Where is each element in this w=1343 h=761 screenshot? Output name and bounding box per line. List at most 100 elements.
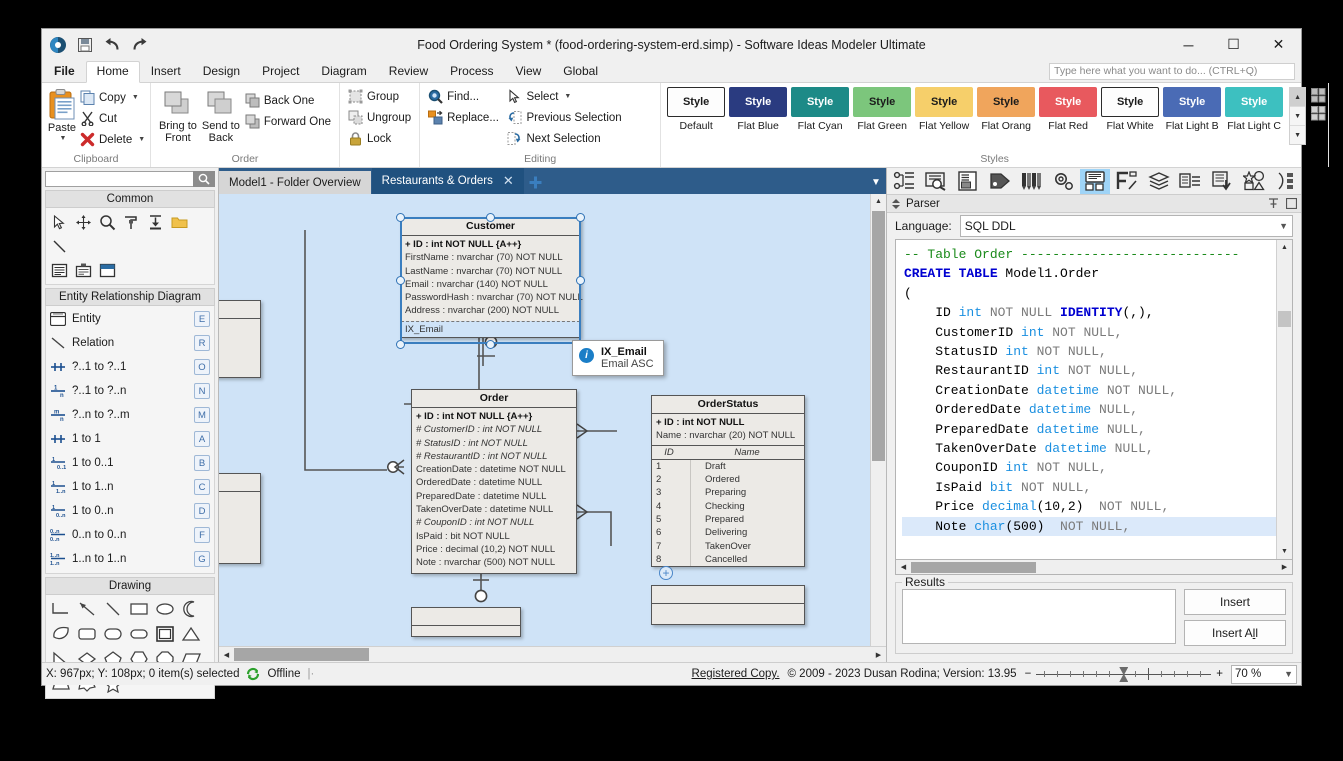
- paste-button[interactable]: Paste ▼: [47, 87, 77, 142]
- zoom-out-button[interactable]: −: [1025, 668, 1032, 680]
- table-row[interactable]: 8 Cancelled: [652, 552, 804, 567]
- cut-button[interactable]: Cut: [77, 108, 148, 129]
- layers-icon[interactable]: [1143, 169, 1174, 194]
- ribbon-tab-file[interactable]: File: [42, 61, 86, 82]
- replace-button[interactable]: Replace...: [425, 107, 504, 128]
- code-vscroll-thumb[interactable]: [1278, 311, 1291, 327]
- style-gallery-up-button[interactable]: ▲: [1290, 88, 1306, 107]
- code-vertical-scrollbar[interactable]: ▲ ▼: [1276, 240, 1292, 559]
- style-swatch-6[interactable]: Style Flat Red: [1037, 87, 1099, 132]
- canvas-scroll-up-button[interactable]: ▲: [871, 194, 886, 209]
- redo-icon[interactable]: [130, 36, 148, 54]
- toolbox-item-entity[interactable]: Entity E: [46, 307, 214, 331]
- select-button[interactable]: Select ▼: [504, 86, 655, 107]
- next-selection-button[interactable]: Next Selection: [504, 128, 655, 149]
- settings-gear-icon[interactable]: [1048, 169, 1079, 194]
- checklist-icon[interactable]: [1207, 169, 1238, 194]
- shapes-icon[interactable]: [1238, 169, 1269, 194]
- ellipse-icon[interactable]: [152, 597, 177, 621]
- tag-icon[interactable]: [984, 169, 1015, 194]
- ribbon-tab-home[interactable]: Home: [85, 61, 140, 83]
- delete-dropdown-icon[interactable]: ▼: [138, 136, 145, 143]
- zoom-in-button[interactable]: +: [1216, 668, 1223, 680]
- partial-entity-3[interactable]: [651, 585, 805, 625]
- frame-icon[interactable]: [96, 259, 118, 281]
- diagram-tab-folder-overview[interactable]: Model1 - Folder Overview: [219, 171, 371, 194]
- insert-all-button[interactable]: Insert All: [1184, 620, 1286, 646]
- code-hscroll-thumb[interactable]: [911, 561, 1036, 573]
- code-scroll-down-button[interactable]: ▼: [1277, 544, 1292, 559]
- style-swatch-1[interactable]: Style Flat Blue: [727, 87, 789, 132]
- float-icon[interactable]: [1286, 198, 1297, 209]
- code-scroll-left-button[interactable]: ◀: [896, 560, 911, 575]
- code-scroll-up-button[interactable]: ▲: [1277, 240, 1292, 255]
- paste-dropdown-icon[interactable]: ▼: [60, 135, 67, 142]
- ribbon-tab-global[interactable]: Global: [552, 61, 609, 82]
- triangle-icon[interactable]: [178, 622, 203, 646]
- canvas-scroll-left-button[interactable]: ◀: [219, 647, 234, 662]
- style-swatch-3[interactable]: Style Flat Green: [851, 87, 913, 132]
- entity-order[interactable]: Order + ID : int NOT NULL {A++} # Custome…: [411, 389, 577, 574]
- arrow-icon[interactable]: [74, 597, 99, 621]
- resize-handle-e[interactable]: [576, 276, 585, 285]
- toolbox-item-n-to-m[interactable]: m n ?..n to ?..m M: [46, 403, 214, 427]
- more-panels-icon[interactable]: [1270, 169, 1301, 194]
- toolbox-item-1-to-1-n[interactable]: 1 1..n 1 to 1..n C: [46, 475, 214, 499]
- resize-handle-s[interactable]: [486, 340, 495, 349]
- results-list[interactable]: [902, 589, 1176, 644]
- previous-selection-button[interactable]: Previous Selection: [504, 107, 655, 128]
- ribbon-tab-view[interactable]: View: [505, 61, 553, 82]
- resize-handle-nw[interactable]: [396, 213, 405, 222]
- toolbox-section-common[interactable]: Common: [45, 190, 215, 208]
- teardrop-icon[interactable]: [48, 622, 73, 646]
- canvas-vscroll-thumb[interactable]: [872, 211, 885, 461]
- close-icon[interactable]: ✕: [503, 173, 514, 189]
- send-to-back-button[interactable]: Send to Back: [200, 87, 242, 144]
- outline-icon[interactable]: [1175, 169, 1206, 194]
- toolbox-item-0-n-to-0-n[interactable]: 0..n 0..n 0..n to 0..n F: [46, 523, 214, 547]
- toolbox-item-1-to-0-n[interactable]: 1 0..n 1 to 0..n D: [46, 499, 214, 523]
- ribbon-tab-process[interactable]: Process: [439, 61, 504, 82]
- toolbox-section-erd[interactable]: Entity Relationship Diagram: [45, 288, 215, 306]
- group-button[interactable]: Group: [345, 86, 414, 107]
- canvas-vertical-scrollbar[interactable]: ▲: [870, 194, 886, 646]
- copy-dropdown-icon[interactable]: ▼: [132, 94, 139, 101]
- insert-button[interactable]: Insert: [1184, 589, 1286, 615]
- documentation-icon[interactable]: [953, 169, 984, 194]
- forward-one-button[interactable]: Forward One: [242, 111, 334, 132]
- diagram-canvas[interactable]: ) NULL ) NULL: [219, 194, 886, 646]
- rectangle-icon[interactable]: [126, 597, 151, 621]
- style-swatch-9[interactable]: Style Flat Light C: [1223, 87, 1285, 132]
- entity-order-status[interactable]: OrderStatus + ID : int NOT NULL Name : n…: [651, 395, 805, 568]
- parser-code-area[interactable]: -- Table Order -------------------------…: [895, 239, 1293, 560]
- table-row[interactable]: 6 Delivering: [652, 526, 804, 540]
- canvas-scroll-right-button[interactable]: ▶: [871, 647, 886, 662]
- ribbon-tab-design[interactable]: Design: [192, 61, 251, 82]
- style-gallery-more-button[interactable]: ▼: [1290, 126, 1306, 144]
- label-icon[interactable]: [72, 259, 94, 281]
- copy-button[interactable]: Copy ▼: [77, 87, 148, 108]
- partial-entity-2[interactable]: ) NULL: [219, 473, 261, 565]
- moon-icon[interactable]: [178, 597, 203, 621]
- bring-to-front-button[interactable]: Bring to Front: [156, 87, 200, 144]
- partial-entity-4[interactable]: [411, 607, 521, 637]
- minimize-button[interactable]: ─: [1166, 29, 1211, 60]
- format-painter-icon[interactable]: [120, 211, 142, 233]
- pointer-tool-icon[interactable]: [48, 211, 70, 233]
- folder-icon[interactable]: [168, 211, 190, 233]
- style-manager-icon[interactable]: [1311, 88, 1326, 103]
- zoom-chevron-down-icon[interactable]: ▼: [1284, 669, 1293, 679]
- line-tool-icon[interactable]: [48, 235, 70, 257]
- maximize-button[interactable]: ☐: [1211, 29, 1256, 60]
- select-dropdown-icon[interactable]: ▼: [564, 93, 571, 100]
- diagram-tab-restaurants-orders[interactable]: Restaurants & Orders ✕: [371, 168, 524, 194]
- note-icon[interactable]: [48, 259, 70, 281]
- toolbox-search-icon[interactable]: [193, 171, 215, 187]
- pencils-icon[interactable]: [1016, 169, 1047, 194]
- resize-handle-w[interactable]: [396, 276, 405, 285]
- add-tab-button[interactable]: [525, 171, 547, 194]
- insert-below-icon[interactable]: [144, 211, 166, 233]
- panel-collapse-icon[interactable]: [891, 198, 901, 209]
- table-row[interactable]: 2 Ordered: [652, 473, 804, 487]
- zoom-slider[interactable]: − +: [1025, 667, 1223, 682]
